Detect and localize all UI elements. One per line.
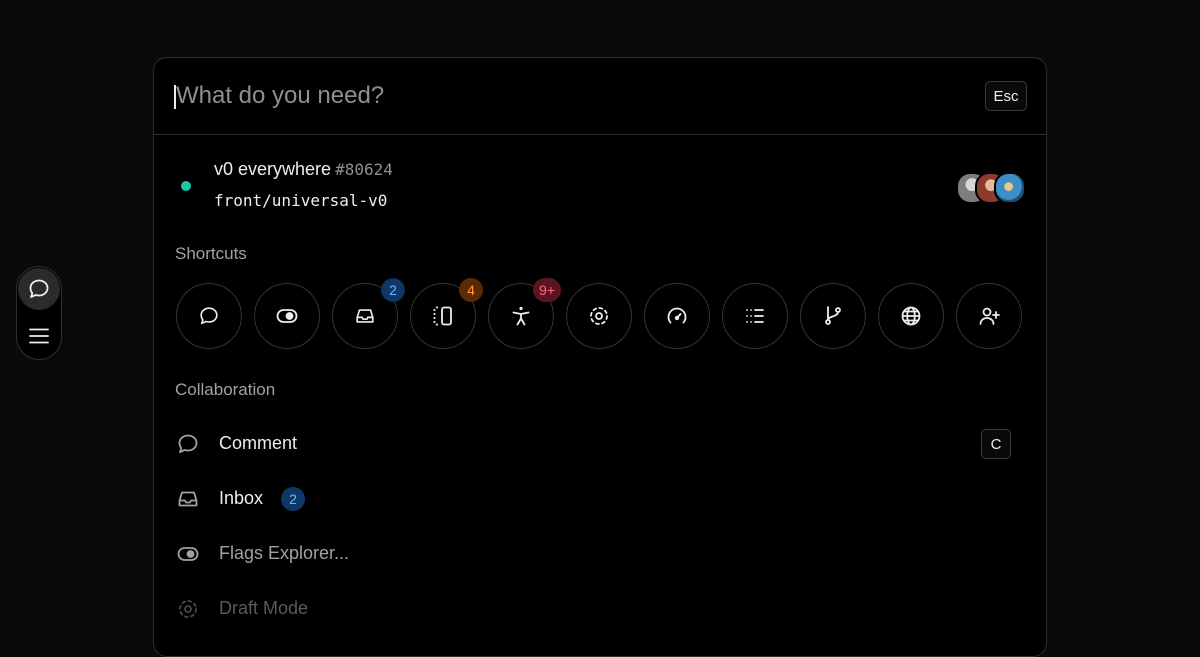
comment-icon xyxy=(29,279,49,298)
accessibility-count-badge: 9+ xyxy=(533,278,561,302)
project-status-dot xyxy=(181,181,191,191)
shortcut-draft-mode-button[interactable] xyxy=(566,283,632,349)
inbox-count-badge: 2 xyxy=(381,278,405,302)
toggle-icon xyxy=(276,309,298,323)
inbox-icon xyxy=(178,491,198,507)
menu-item-comment[interactable]: Comment C xyxy=(154,420,1046,468)
draft-mode-icon xyxy=(179,600,197,618)
git-branch-icon xyxy=(825,306,841,325)
shortcut-layout-grid-button[interactable] xyxy=(722,283,788,349)
menu-item-label: Draft Mode xyxy=(219,598,309,618)
esc-key-hint[interactable]: Esc xyxy=(985,81,1027,111)
shortcut-comment-button[interactable] xyxy=(176,283,242,349)
avatar xyxy=(994,172,1026,204)
collaborator-avatars[interactable] xyxy=(956,172,1026,204)
menu-item-draft-mode[interactable]: Draft Mode xyxy=(154,585,1046,633)
menu-toolbar-button[interactable] xyxy=(18,315,60,357)
menu-item-label: Comment xyxy=(219,433,298,453)
menu-item-label: Inbox xyxy=(219,488,264,508)
menu-item-inbox[interactable]: Inbox 2 xyxy=(154,475,1046,523)
list-icon xyxy=(746,309,764,323)
shortcut-layout-button[interactable]: 4 xyxy=(410,278,483,349)
comment-toolbar-button[interactable] xyxy=(18,268,60,310)
menu-item-flags-explorer[interactable]: Flags Explorer... xyxy=(154,530,1046,578)
shortcut-invite-button[interactable] xyxy=(956,283,1022,349)
gauge-icon xyxy=(667,307,687,324)
shortcut-inbox-button[interactable]: 2 xyxy=(332,278,405,349)
shortcut-globe-button[interactable] xyxy=(878,283,944,349)
menu-item-label: Flags Explorer... xyxy=(219,543,350,563)
project-number: #80624 xyxy=(335,160,393,179)
comment-shortcut-key: C xyxy=(981,429,1011,459)
shortcut-speed-insights-button[interactable] xyxy=(644,283,710,349)
draft-mode-icon xyxy=(590,307,608,325)
collaboration-heading: Collaboration xyxy=(175,380,276,399)
shortcut-flags-button[interactable] xyxy=(254,283,320,349)
project-title: v0 everywhere xyxy=(214,159,332,179)
layout-count-badge: 4 xyxy=(459,278,483,302)
project-title-line: v0 everywhere #80624 xyxy=(214,159,393,180)
inbox-count-badge: 2 xyxy=(281,487,305,511)
floating-toolbar xyxy=(16,266,62,360)
command-menu-panel: Esc v0 everywhere#80624 front/universal-… xyxy=(153,57,1047,657)
comment-icon xyxy=(200,307,218,325)
shortcut-git-branch-button[interactable] xyxy=(800,283,866,349)
globe-icon xyxy=(901,306,921,326)
user-plus-icon xyxy=(979,307,1000,325)
toggle-icon xyxy=(177,547,199,561)
shortcut-accessibility-button[interactable]: 9+ xyxy=(488,278,561,349)
search-row: Esc xyxy=(154,58,1046,135)
layout-panel-icon xyxy=(433,306,452,326)
accessibility-icon xyxy=(512,306,530,326)
comment-icon xyxy=(178,434,198,453)
command-search-input[interactable] xyxy=(174,76,936,116)
shortcuts-heading: Shortcuts xyxy=(175,244,247,263)
hamburger-menu-icon xyxy=(29,328,49,344)
inbox-icon xyxy=(356,309,374,323)
project-branch: front/universal-v0 xyxy=(214,191,388,210)
